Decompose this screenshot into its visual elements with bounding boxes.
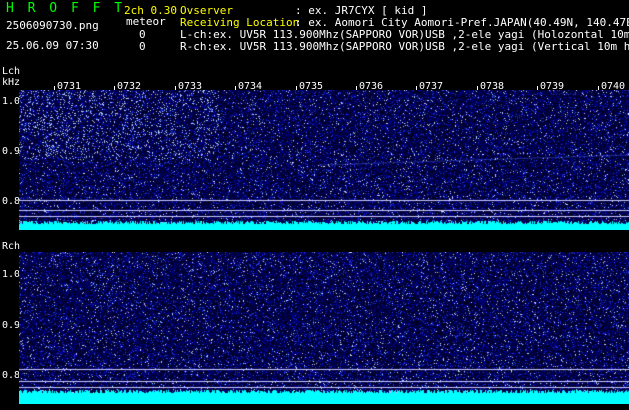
rch-tick-1-0: 1.0 (2, 269, 21, 280)
lch-tick-0-8: 0.8 (2, 196, 21, 207)
category-label: meteor (126, 15, 166, 28)
rch-spectrogram (19, 252, 629, 404)
rch-tick-0-8: 0.8 (2, 370, 21, 381)
lch-spectrogram (19, 90, 629, 230)
app-title: H R O F F T (6, 1, 126, 16)
rch-count: 0 (139, 40, 146, 53)
filename-label: 2506090730.png (6, 19, 99, 32)
lch-tick-1-0: 1.0 (2, 96, 21, 107)
hroft-screen: H R O F F T 2ch 0.30 2506090730.png mete… (0, 0, 629, 410)
lch-unit-label: kHz (2, 77, 21, 88)
lch-tick-0-9: 0.9 (2, 146, 21, 157)
rch-info: R-ch:ex. UV5R 113.900Mhz(SAPPORO VOR)USB… (180, 40, 629, 53)
rch-channel-label: Rch (2, 241, 21, 252)
timestamp-label: 25.06.09 07:30 (6, 39, 99, 52)
rch-tick-0-9: 0.9 (2, 320, 21, 331)
